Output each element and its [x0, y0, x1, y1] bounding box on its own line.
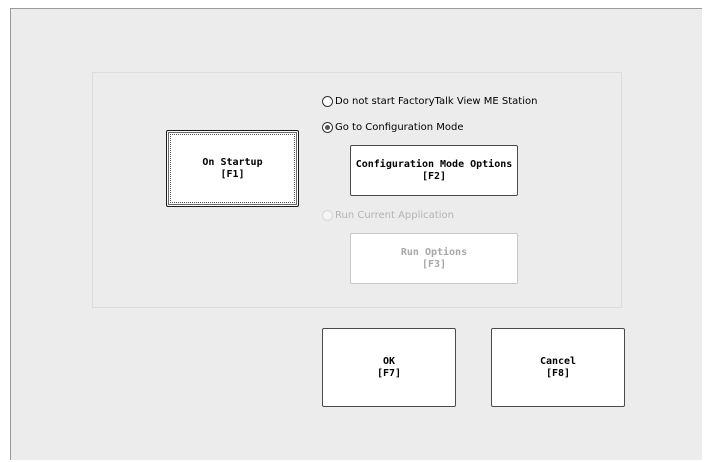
configuration-mode-options-key: [F2] [421, 170, 447, 182]
on-startup-button[interactable]: On Startup [F1] [166, 130, 299, 207]
cancel-button[interactable]: Cancel [F8] [491, 328, 625, 407]
ok-button[interactable]: OK [F7] [322, 328, 456, 407]
ok-button-key: [F7] [376, 367, 402, 379]
radio-do-not-start-circle[interactable] [322, 96, 333, 107]
radio-do-not-start[interactable]: Do not start FactoryTalk View ME Station [322, 96, 537, 107]
run-options-label: Run Options [400, 246, 468, 258]
radio-run-current-application[interactable]: Run Current Application [322, 210, 454, 221]
radio-configuration-mode[interactable]: Go to Configuration Mode [322, 122, 464, 133]
ok-button-label: OK [382, 355, 396, 367]
screen: On Startup [F1] Do not start FactoryTalk… [0, 0, 707, 462]
radio-configuration-mode-circle[interactable] [322, 122, 333, 133]
radio-configuration-mode-label: Go to Configuration Mode [335, 122, 464, 133]
focus-indicator [170, 134, 295, 203]
configuration-mode-options-button[interactable]: Configuration Mode Options [F2] [350, 145, 518, 196]
configuration-mode-options-label: Configuration Mode Options [355, 158, 513, 170]
radio-run-current-application-label: Run Current Application [335, 210, 454, 221]
run-options-button[interactable]: Run Options [F3] [350, 233, 518, 284]
run-options-key: [F3] [421, 258, 447, 270]
radio-do-not-start-label: Do not start FactoryTalk View ME Station [335, 96, 538, 107]
cancel-button-key: [F8] [545, 367, 571, 379]
radio-run-current-application-circle[interactable] [322, 210, 333, 221]
cancel-button-label: Cancel [539, 355, 577, 367]
